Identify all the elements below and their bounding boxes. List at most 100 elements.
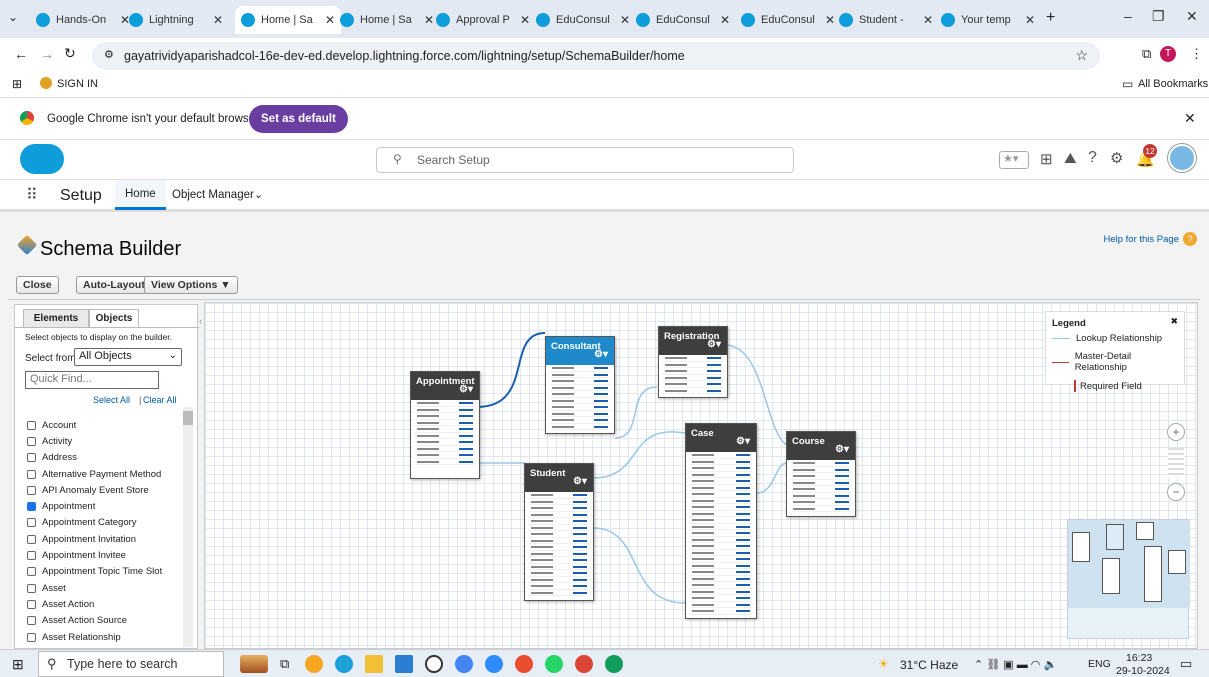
entity-case[interactable]: Case ⚙▾ (685, 423, 757, 619)
entity-student[interactable]: Student ⚙▾ (524, 463, 594, 601)
tab-close-icon[interactable]: ✕ (1025, 13, 1035, 27)
object-list-item[interactable]: Asset Action (15, 596, 181, 612)
clock-date[interactable]: 29-10-2024 (1116, 665, 1170, 677)
object-checkbox[interactable] (27, 534, 36, 544)
weather-text[interactable]: 31°C Haze (900, 658, 958, 672)
object-list-item[interactable]: API Anomaly Event Store (15, 482, 181, 498)
object-list-item[interactable]: Asset (15, 580, 181, 596)
clear-all-link[interactable]: Clear All (143, 395, 177, 405)
browser-tab[interactable]: Hands-On ✕ (30, 6, 136, 34)
select-all-link[interactable]: Select All (93, 395, 130, 405)
tab-close-icon[interactable]: ✕ (213, 13, 223, 27)
whatsapp-icon[interactable] (545, 655, 563, 673)
browser-tab[interactable]: EduConsul ✕ (530, 6, 636, 34)
app-icon[interactable] (455, 655, 473, 673)
notifications-icon[interactable]: ▭ (1180, 656, 1192, 672)
nav-home-tab[interactable]: Home (115, 180, 166, 210)
object-checkbox[interactable] (27, 583, 36, 593)
all-bookmarks[interactable]: All Bookmarks (1138, 78, 1208, 90)
tab-objects[interactable]: Objects (89, 309, 139, 327)
zoom-icon[interactable] (485, 655, 503, 673)
chrome-profile-icon[interactable] (605, 655, 623, 673)
object-list-item[interactable]: Appointment Invitee (15, 547, 181, 563)
object-list-item[interactable]: Asset Relationship (15, 629, 181, 645)
new-tab-button[interactable]: + (1046, 9, 1055, 27)
tab-close-icon[interactable]: ✕ (620, 13, 630, 27)
object-checkbox[interactable] (27, 632, 36, 642)
object-list-item[interactable]: Address (15, 450, 181, 466)
object-checkbox[interactable] (27, 518, 36, 528)
tab-close-icon[interactable]: ✕ (520, 13, 530, 27)
profile-avatar[interactable]: T (1160, 46, 1176, 62)
minimize-button[interactable]: – (1124, 8, 1132, 24)
gear-icon[interactable]: ⚙▾ (835, 444, 849, 455)
tab-close-icon[interactable]: ✕ (720, 13, 730, 27)
setup-search-input[interactable]: ⚲ Search Setup (376, 147, 794, 173)
help-icon[interactable]: ? (1088, 149, 1097, 167)
widgets-icon[interactable] (240, 655, 268, 673)
tab-search-icon[interactable]: ⌄ (8, 10, 18, 24)
task-view-icon[interactable]: ⧉ (280, 656, 289, 672)
bookmark-star-icon[interactable]: ☆ (1075, 47, 1088, 64)
browser-tab[interactable]: Approval P ✕ (430, 6, 536, 34)
objects-scrollbar[interactable] (183, 407, 193, 647)
set-as-default-button[interactable]: Set as default (249, 105, 348, 133)
view-options-button[interactable]: View Options ▼ (144, 276, 238, 294)
schema-canvas[interactable]: Appointment ⚙▾ Consultant ⚙▾ Registration ⚙… (204, 302, 1198, 649)
select-from-dropdown[interactable]: All Objects ⌄ (74, 348, 182, 366)
favorites-icon[interactable]: ★▾ (999, 151, 1029, 169)
apps-grid-icon[interactable]: ⊞ (12, 77, 22, 91)
zoom-slider[interactable] (1168, 448, 1184, 478)
entity-consultant[interactable]: Consultant ⚙▾ (545, 336, 615, 434)
maximize-button[interactable]: ❐ (1152, 8, 1165, 25)
infobar-close-icon[interactable]: ✕ (1184, 110, 1196, 127)
wps-icon[interactable] (515, 655, 533, 673)
object-list-item[interactable]: Alternative Payment Method (15, 466, 181, 482)
close-button[interactable]: Close (16, 276, 59, 294)
gear-icon[interactable]: ⚙▾ (459, 384, 473, 395)
object-list-item[interactable]: Appointment (15, 498, 181, 514)
object-list-item[interactable]: Activity (15, 433, 181, 449)
object-list-item[interactable]: Appointment Category (15, 515, 181, 531)
bookmark-sign-in[interactable]: SIGN IN (57, 78, 98, 90)
browser-tab[interactable]: EduConsul ✕ (630, 6, 736, 34)
forward-icon[interactable]: → (40, 46, 54, 62)
collapse-panel-icon[interactable]: ‹ (199, 316, 202, 326)
browser-tab[interactable]: Student - ✕ (833, 6, 939, 34)
entity-appointment[interactable]: Appointment ⚙▾ (410, 371, 480, 479)
nav-object-manager-tab[interactable]: Object Manager (172, 189, 254, 201)
tab-close-icon[interactable]: ✕ (923, 13, 933, 27)
copilot-icon[interactable] (305, 655, 323, 673)
site-info-icon[interactable]: ⚙ (104, 48, 114, 61)
gear-icon[interactable]: ⚙▾ (707, 339, 721, 350)
windows-start-icon[interactable]: ⊞ (12, 656, 24, 673)
browser-tab[interactable]: Your temp ✕ (935, 6, 1041, 34)
reload-icon[interactable]: ↻ (64, 45, 76, 62)
mail-icon[interactable] (395, 655, 413, 673)
menu-icon[interactable]: ⋮ (1190, 46, 1203, 62)
browser-tab[interactable]: Home | Sa ✕ (235, 6, 342, 34)
language-indicator[interactable]: ENG (1088, 658, 1111, 670)
close-window-button[interactable]: ✕ (1186, 8, 1198, 25)
browser-tab[interactable]: Lightning ✕ (123, 6, 229, 34)
object-checkbox[interactable] (27, 453, 36, 463)
minimap[interactable] (1067, 519, 1190, 639)
object-checkbox[interactable] (27, 420, 36, 430)
object-checkbox[interactable] (27, 436, 36, 446)
object-checkbox[interactable] (27, 567, 36, 577)
entity-course[interactable]: Course ⚙▾ (786, 431, 856, 517)
object-list-item[interactable]: Asset Action Source (15, 613, 181, 629)
gear-icon[interactable]: ⚙▾ (594, 349, 608, 360)
file-explorer-icon[interactable] (365, 655, 383, 673)
object-checkbox[interactable] (27, 551, 36, 561)
extensions-icon[interactable]: ⧉ (1142, 46, 1151, 62)
object-list-item[interactable]: Appointment Invitation (15, 531, 181, 547)
object-list-item[interactable]: Account (15, 417, 181, 433)
browser-tab[interactable]: Home | Sa ✕ (334, 6, 440, 34)
zoom-in-icon[interactable]: + (1167, 423, 1185, 441)
object-checkbox[interactable] (27, 616, 36, 626)
dell-icon[interactable] (425, 655, 443, 673)
app-launcher-icon[interactable]: ⠿ (26, 185, 38, 205)
zoom-out-icon[interactable]: − (1167, 483, 1185, 501)
object-checkbox[interactable] (27, 485, 36, 495)
